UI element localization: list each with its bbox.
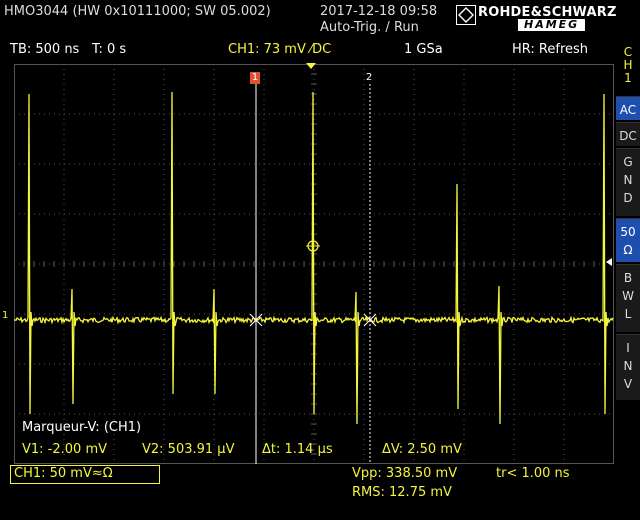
ch1-ground-marker: 1 — [2, 310, 9, 321]
ch1-trace — [14, 91, 614, 425]
cursor-2-marker[interactable]: 2 — [364, 72, 374, 84]
coupling-button-0[interactable]: AC — [616, 96, 640, 120]
sidebar-channel-label: C H 1 — [623, 45, 633, 85]
cursor-1-marker[interactable]: 1 — [250, 72, 260, 84]
timebase-readout[interactable]: TB: 500 ns — [10, 42, 79, 58]
sample-rate: 1 GSa — [404, 42, 443, 57]
rohde-schwarz-logo-icon — [456, 5, 476, 25]
measure-rise: tr< 1.00 ns — [496, 466, 570, 481]
readout-title: Marqueur-V: (CH1) — [22, 420, 142, 435]
ch1-scale-label: CH1: 50 mV≈Ω — [14, 466, 113, 481]
trigger-level-icon — [605, 252, 613, 266]
cursor-readout-panel: Marqueur-V: (CH1) V1: -2.00 mV V2: 503.9… — [14, 414, 474, 462]
coupling-button-3[interactable]: 50 Ω — [616, 218, 640, 262]
coupling-button-2[interactable]: GND — [616, 148, 640, 216]
trigger-status: Auto-Trig. / Run — [320, 20, 419, 35]
time-offset-readout[interactable]: T: 0 s — [92, 42, 126, 58]
measure-rms: RMS: 12.75 mV — [352, 485, 452, 500]
datetime: 2017-12-18 09:58 — [320, 4, 438, 19]
ch1-scale-box[interactable]: CH1: 50 mV≈Ω — [10, 465, 160, 484]
brand-sub: HAMEG — [518, 19, 586, 31]
measure-vpp: Vpp: 338.50 mV — [352, 466, 458, 481]
acq-mode: HR: Refresh — [512, 42, 589, 57]
coupling-button-1[interactable]: DC — [616, 122, 640, 146]
device-info: HMO3044 (HW 0x10111000; SW 05.002) — [4, 4, 271, 19]
trigger-position-icon — [305, 55, 317, 69]
coupling-button-5[interactable]: INV — [616, 334, 640, 400]
readout-v2: V2: 503.91 µV — [142, 442, 235, 457]
readout-v1: V1: -2.00 mV — [22, 442, 108, 457]
readout-dv: ΔV: 2.50 mV — [382, 442, 462, 457]
coupling-button-4[interactable]: BWL — [616, 264, 640, 332]
waveform-display[interactable] — [14, 64, 614, 464]
readout-dt: Δt: 1.14 µs — [262, 442, 333, 457]
channel-sidebar: C H 1 AC DC G N D 50 Ω B W L I N V — [616, 44, 640, 464]
